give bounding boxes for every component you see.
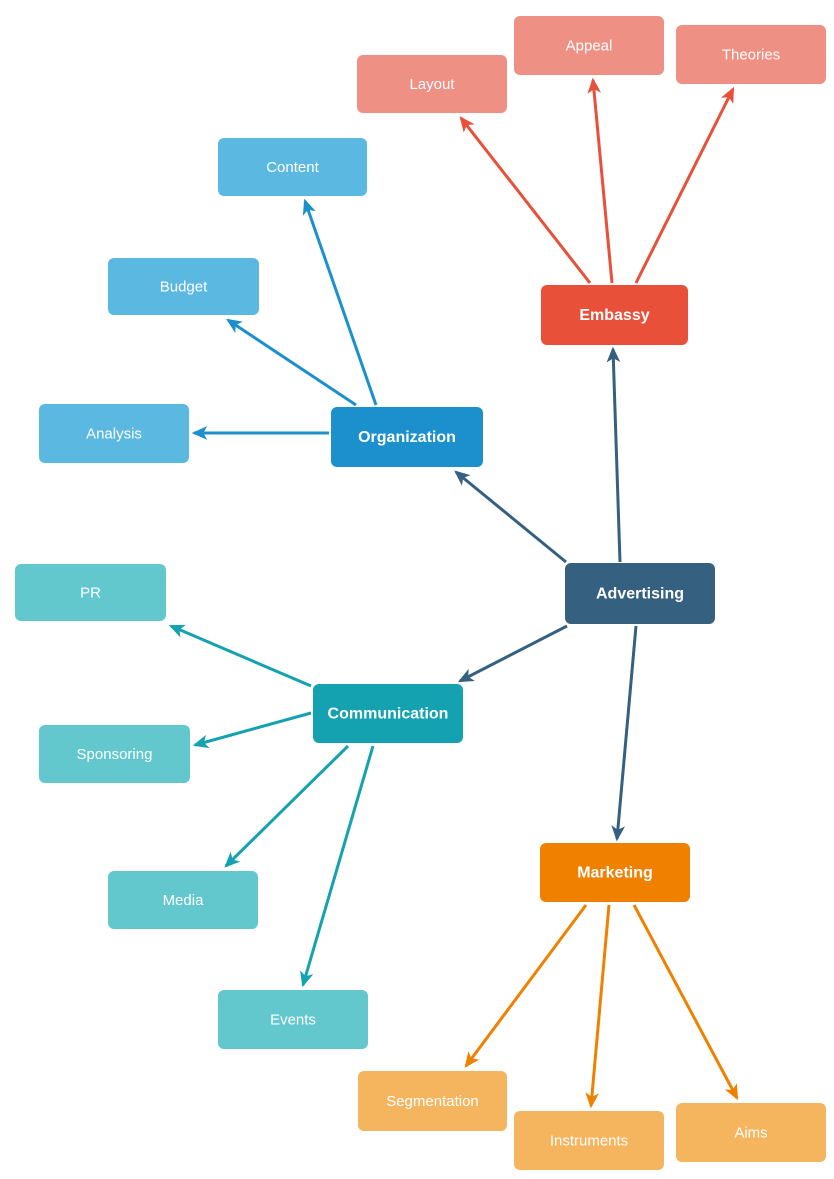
node-sponsoring[interactable]: Sponsoring <box>39 725 190 783</box>
node-theories[interactable]: Theories <box>676 25 826 84</box>
node-embassy[interactable]: Embassy <box>541 285 688 345</box>
edge-communication-to-pr <box>168 624 312 688</box>
edge-communication-to-media <box>224 744 350 868</box>
node-label-content: Content <box>266 159 319 176</box>
node-layout[interactable]: Layout <box>357 55 507 113</box>
node-label-sponsoring: Sponsoring <box>77 746 153 763</box>
node-media[interactable]: Media <box>108 871 258 929</box>
edge-marketing-to-instruments <box>585 904 611 1109</box>
edge-advertising-to-marketing <box>611 625 638 842</box>
node-content[interactable]: Content <box>218 138 367 196</box>
nodes-layer: Advertising Embassy Layout Appeal Theories Or… <box>15 16 826 1170</box>
node-label-analysis: Analysis <box>86 425 142 442</box>
node-pr[interactable]: PR <box>15 564 166 621</box>
edge-advertising-to-embassy <box>606 346 622 563</box>
edge-organization-to-budget <box>226 318 357 407</box>
node-label-layout: Layout <box>409 76 455 93</box>
node-appeal[interactable]: Appeal <box>514 16 664 75</box>
edge-communication-to-sponsoring <box>192 711 312 749</box>
node-segmentation[interactable]: Segmentation <box>358 1071 507 1131</box>
node-budget[interactable]: Budget <box>108 258 259 315</box>
node-analysis[interactable]: Analysis <box>39 404 189 463</box>
node-label-instruments: Instruments <box>550 1132 628 1149</box>
node-label-marketing: Marketing <box>577 865 653 882</box>
edge-advertising-to-communication <box>457 624 568 683</box>
node-instruments[interactable]: Instruments <box>514 1111 664 1170</box>
node-label-segmentation: Segmentation <box>386 1093 479 1110</box>
node-organization[interactable]: Organization <box>331 407 483 467</box>
mind-map-diagram: Advertising Embassy Layout Appeal Theories Or… <box>0 0 834 1179</box>
node-label-events: Events <box>270 1011 316 1028</box>
node-label-budget: Budget <box>160 278 208 295</box>
edge-advertising-to-organization <box>454 470 567 564</box>
node-label-advertising: Advertising <box>596 586 684 603</box>
edge-embassy-to-appeal <box>587 77 614 284</box>
node-label-organization: Organization <box>358 429 456 446</box>
edge-embassy-to-theories <box>634 86 735 284</box>
node-label-pr: PR <box>80 584 101 601</box>
mind-map-canvas: Advertising Embassy Layout Appeal Theories Or… <box>15 16 826 1170</box>
node-aims[interactable]: Aims <box>676 1103 826 1162</box>
node-marketing[interactable]: Marketing <box>540 843 690 902</box>
edge-marketing-to-segmentation <box>464 904 588 1068</box>
node-label-embassy: Embassy <box>579 307 649 324</box>
node-label-appeal: Appeal <box>566 37 613 54</box>
node-label-theories: Theories <box>722 46 780 63</box>
node-communication[interactable]: Communication <box>313 684 463 743</box>
node-events[interactable]: Events <box>218 990 368 1049</box>
node-advertising[interactable]: Advertising <box>565 563 715 624</box>
node-label-aims: Aims <box>734 1124 767 1141</box>
edge-organization-to-content <box>302 198 378 406</box>
edge-embassy-to-layout <box>459 116 592 284</box>
node-label-media: Media <box>163 892 205 909</box>
node-label-communication: Communication <box>328 706 449 723</box>
edge-marketing-to-aims <box>632 904 739 1101</box>
